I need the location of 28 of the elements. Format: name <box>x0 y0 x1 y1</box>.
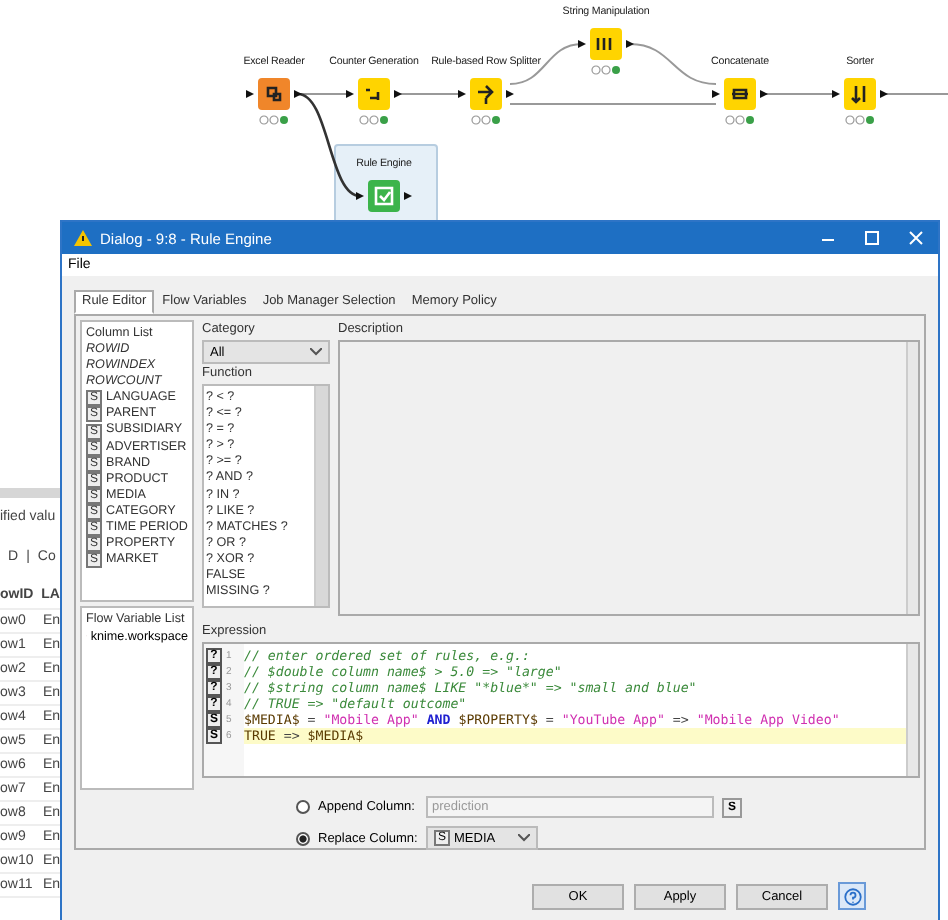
connection-line <box>397 93 463 95</box>
node-icon[interactable] <box>578 28 634 60</box>
status-lights-icon <box>725 115 754 125</box>
status-lights-icon <box>471 115 500 125</box>
scrollbar[interactable] <box>314 386 328 606</box>
connection-line <box>509 43 583 85</box>
connection-line <box>763 93 837 95</box>
help-button[interactable] <box>838 882 866 910</box>
connection-line <box>883 93 948 95</box>
node-icon[interactable] <box>712 78 768 110</box>
radio-button[interactable] <box>296 831 310 845</box>
node-icon[interactable] <box>832 78 888 110</box>
scrollbar[interactable] <box>906 342 918 614</box>
node-icon[interactable] <box>458 78 514 110</box>
status-lights-icon <box>845 115 874 125</box>
node-icon[interactable] <box>346 78 402 110</box>
chevron-icon <box>310 348 322 356</box>
status-lights-icon <box>591 65 620 75</box>
maximize-icon[interactable] <box>862 230 882 246</box>
status-lights-icon <box>359 115 388 125</box>
status-lights-icon <box>259 115 288 125</box>
help-icon <box>843 887 861 905</box>
scrollbar[interactable] <box>906 644 918 776</box>
node-icon[interactable] <box>246 78 302 110</box>
warning-icon <box>74 230 92 246</box>
close-icon[interactable] <box>906 230 926 246</box>
expression-editor[interactable] <box>202 642 920 778</box>
chevron-icon <box>518 834 530 842</box>
